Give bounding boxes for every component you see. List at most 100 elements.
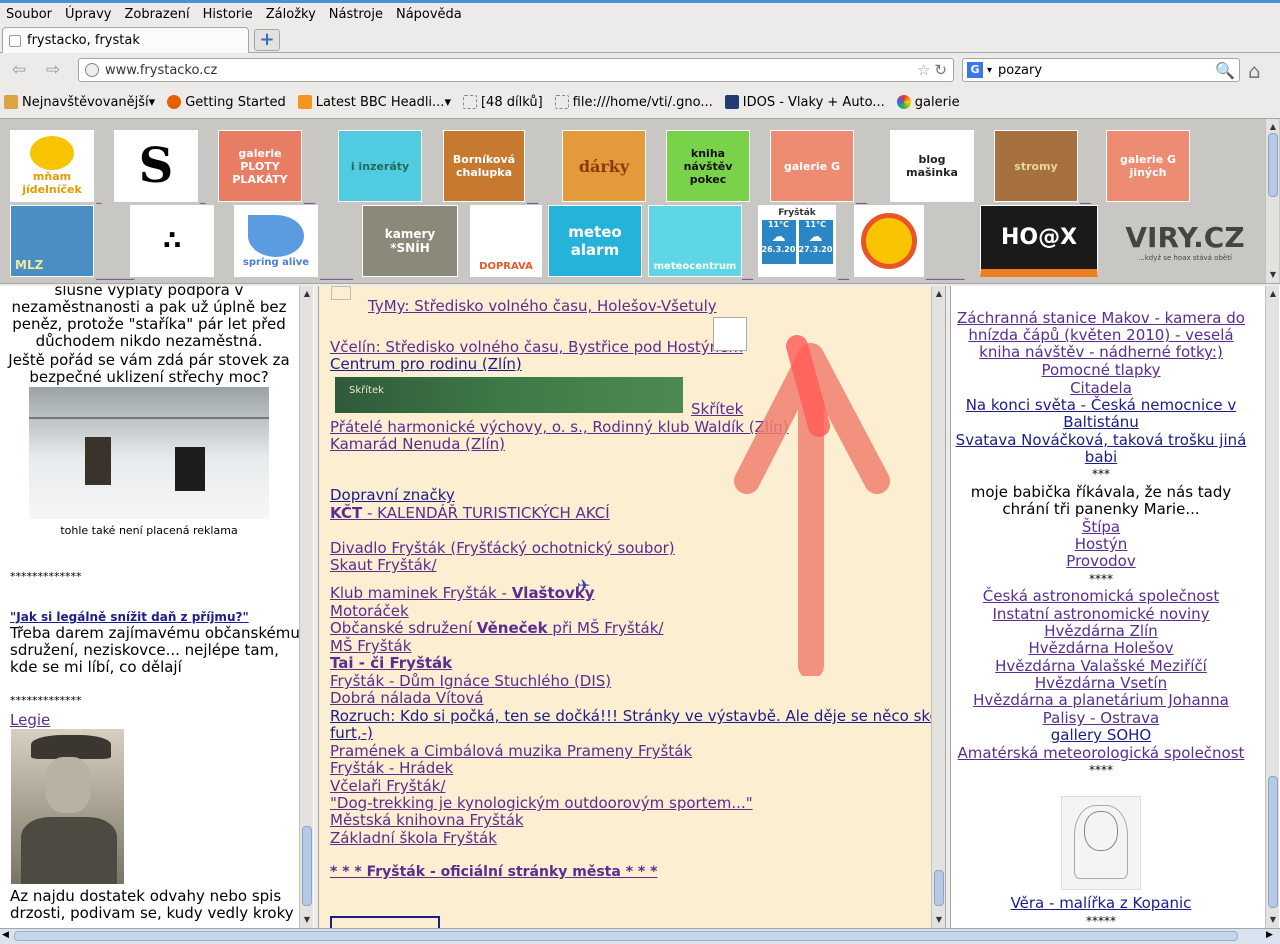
link-tai-ci[interactable]: Tai - či Fryšták — [330, 655, 452, 672]
link-makov[interactable]: Záchranná stanice Makov - kamera do hníz… — [951, 310, 1251, 361]
scroll-up-icon[interactable]: ▲ — [1267, 121, 1279, 133]
tile-darky[interactable]: dárky — [562, 130, 646, 202]
link-svatava[interactable]: Svatava Nováčková, taková trošku jiná ba… — [951, 432, 1251, 466]
scrollbar-thumb[interactable] — [14, 931, 1238, 941]
link-skaut[interactable]: Skaut Fryšták/ — [330, 557, 437, 574]
scroll-down-icon[interactable]: ▼ — [301, 914, 313, 926]
reload-icon[interactable]: ↻ — [934, 61, 947, 79]
home-icon[interactable]: ⌂ — [1248, 59, 1261, 83]
link-citadela[interactable]: Citadela — [951, 380, 1251, 397]
bookmark-bbc[interactable]: Latest BBC Headli... ▾ — [297, 95, 451, 110]
link-divadlo[interactable]: Divadlo Fryšták (Fryšťácký ochotnický so… — [330, 540, 675, 557]
link-dopravni-znacky[interactable]: Dopravní značky — [330, 487, 455, 504]
scroll-down-icon[interactable]: ▼ — [1267, 269, 1279, 281]
link-rozruch-cont[interactable]: furt,-) — [330, 725, 373, 742]
scroll-right-icon[interactable]: ▶ — [1266, 930, 1273, 940]
link-vcelin[interactable]: Včelín: Středisko volného času, Bystřice… — [330, 339, 743, 356]
link-tymy[interactable]: TyMy: Středisko volného času, Holešov-Vš… — [368, 298, 717, 315]
tile-viry[interactable]: VIRY.CZ ...když se hoax stává obětí — [1112, 205, 1258, 277]
forward-button[interactable]: ⇨ — [40, 58, 66, 82]
tile-stopy[interactable]: ∴ — [130, 205, 214, 277]
left-scrollbar[interactable]: ▲ ▼ — [299, 286, 313, 928]
link-na-konci-sveta[interactable]: Na konci světa - Česká nemocnice v Balti… — [951, 397, 1251, 431]
link-knihovna[interactable]: Městská knihovna Fryšták — [330, 812, 524, 829]
portrait-sketch[interactable] — [1061, 796, 1141, 890]
bookmark-dilku[interactable]: [48 dílků] — [462, 95, 543, 110]
scroll-up-icon[interactable]: ▲ — [301, 288, 313, 300]
horizontal-scrollbar[interactable]: ◀ ▶ — [0, 928, 1280, 944]
menu-historie[interactable]: Historie — [203, 7, 253, 22]
link-oficialni[interactable]: * * * Fryšták - oficiální stránky města … — [330, 864, 657, 881]
link-instatni[interactable]: Instatní astronomické noviny — [951, 606, 1251, 623]
link-hvezdarna-vsetin[interactable]: Hvězdárna Vsetín — [951, 675, 1251, 692]
link-hvezdarna-vm[interactable]: Hvězdárna Valašské Meziříčí — [951, 658, 1251, 675]
tile-blog[interactable]: blog mašinka — [890, 130, 974, 202]
back-button[interactable]: ⇦ — [6, 58, 32, 82]
link-kamarad[interactable]: Kamarád Nenuda (Zlín) — [330, 436, 505, 453]
tile-galerie[interactable]: galerie G — [770, 130, 854, 202]
menu-upravy[interactable]: Úpravy — [65, 7, 111, 22]
bookmark-galerie[interactable]: galerie — [896, 95, 960, 110]
tile-meteo-alarm[interactable]: meteo alarm — [548, 205, 642, 277]
link-venecek[interactable]: Občanské sdružení Věneček při MŠ Fryšták… — [330, 620, 664, 637]
tile-frystak-forecast[interactable]: Fryšták 11°C☁26.3.2015 11°C☁27.3.2015 — [758, 205, 836, 277]
scrollbar-thumb[interactable] — [1268, 776, 1278, 908]
url-bar[interactable]: www.frystacko.cz ☆ ↻ — [78, 58, 954, 82]
menu-soubor[interactable]: Soubor — [6, 7, 52, 22]
link-planetarium[interactable]: Hvězdárna a planetárium Johanna — [951, 692, 1251, 709]
link-pramenek[interactable]: Pramének a Cimbálová muzika Prameny Fryš… — [330, 743, 692, 760]
link-palisy[interactable]: Palisy - Ostrava — [951, 710, 1251, 727]
middle-scrollbar[interactable]: ▲ ▼ — [931, 286, 945, 928]
link-hradek[interactable]: Fryšták - Hrádek — [330, 760, 453, 777]
link-gallery-soho[interactable]: gallery SOHO — [951, 727, 1251, 744]
scrollbar-thumb[interactable] — [1268, 133, 1278, 197]
gallery-scrollbar[interactable]: ▲ ▼ — [1265, 119, 1279, 283]
link-stipa[interactable]: Štípa — [951, 519, 1251, 536]
scroll-up-icon[interactable]: ▲ — [1267, 288, 1279, 300]
link-hvezdarna-zlin[interactable]: Hvězdárna Zlín — [951, 623, 1251, 640]
right-scrollbar[interactable]: ▲ ▼ — [1265, 286, 1279, 928]
scroll-down-icon[interactable]: ▼ — [933, 914, 945, 926]
scroll-down-icon[interactable]: ▼ — [1267, 914, 1279, 926]
scrollbar-thumb[interactable] — [934, 870, 944, 906]
tile-smajlik[interactable] — [854, 205, 924, 277]
tile-doprava[interactable]: DOPRAVA — [470, 205, 542, 277]
link-dis[interactable]: Fryšták - Dům Ignáce Stuchlého (DIS) — [330, 673, 611, 690]
new-tab-button[interactable]: + — [254, 29, 280, 51]
scroll-up-icon[interactable]: ▲ — [933, 288, 945, 300]
tile-meteocentrum[interactable]: meteocentrum — [648, 205, 742, 277]
menu-zobrazeni[interactable]: Zobrazení — [124, 7, 189, 22]
legie-link[interactable]: Legie — [10, 712, 300, 729]
tile-kniha-navstev[interactable]: kniha návštěv pokec — [666, 130, 750, 202]
tile-galerie-ploty[interactable]: galerie PLOTY PLAKÁTY — [218, 130, 302, 202]
link-klub-maminek[interactable]: Klub maminek Fryšták - Vlaštovky — [330, 585, 595, 602]
link-pomocne-tlapky[interactable]: Pomocné tlapky — [951, 362, 1251, 379]
bookmark-idos[interactable]: IDOS - Vlaky + Auto... — [724, 95, 885, 110]
tile-s[interactable]: S — [114, 130, 198, 202]
link-hostyn[interactable]: Hostýn — [951, 536, 1251, 553]
bookmark-getting-started[interactable]: Getting Started — [167, 95, 286, 110]
search-icon[interactable]: 🔍 — [1215, 61, 1235, 80]
bookmark-file[interactable]: file:///home/vti/.gno... — [554, 95, 713, 110]
bookmark-star-icon[interactable]: ☆ — [917, 61, 930, 79]
tile-galerie-jinych[interactable]: galerie G jiných — [1106, 130, 1190, 202]
tile-jidelnicek[interactable]: mňam jídelníček — [10, 130, 94, 202]
link-cas[interactable]: Česká astronomická společnost — [951, 588, 1251, 605]
link-ms-frystak[interactable]: MŠ Fryšták — [330, 638, 411, 655]
scroll-left-icon[interactable]: ◀ — [2, 930, 9, 940]
scrollbar-thumb[interactable] — [302, 826, 312, 906]
link-dog-trekking[interactable]: "Dog-trekking je kynologickým outdoorový… — [330, 795, 753, 812]
tile-inzeraty[interactable]: i inzeráty — [338, 130, 422, 202]
bookmark-most-visited[interactable]: Nejnavštěvovanější ▾ — [4, 95, 155, 110]
link-kct[interactable]: KČT - KALENDÁŘ TURISTICKÝCH AKCÍ — [330, 505, 610, 522]
search-bar[interactable]: G ▾ pozary 🔍 — [962, 58, 1240, 82]
link-ams[interactable]: Amatérská meteorologická společnost — [951, 745, 1251, 762]
tile-mlz[interactable]: MLZ — [10, 205, 94, 277]
tile-stromy[interactable]: stromy — [994, 130, 1078, 202]
menu-nastroje[interactable]: Nástroje — [329, 7, 383, 22]
skritek-banner[interactable]: Skřítek — [335, 377, 683, 413]
link-provodov[interactable]: Provodov — [951, 553, 1251, 570]
tile-hoax[interactable]: HO@X — [980, 205, 1098, 277]
link-hvezdarna-holesov[interactable]: Hvězdárna Holešov — [951, 640, 1251, 657]
link-centrum-rodina[interactable]: Centrum pro rodinu (Zlín) — [330, 356, 522, 373]
